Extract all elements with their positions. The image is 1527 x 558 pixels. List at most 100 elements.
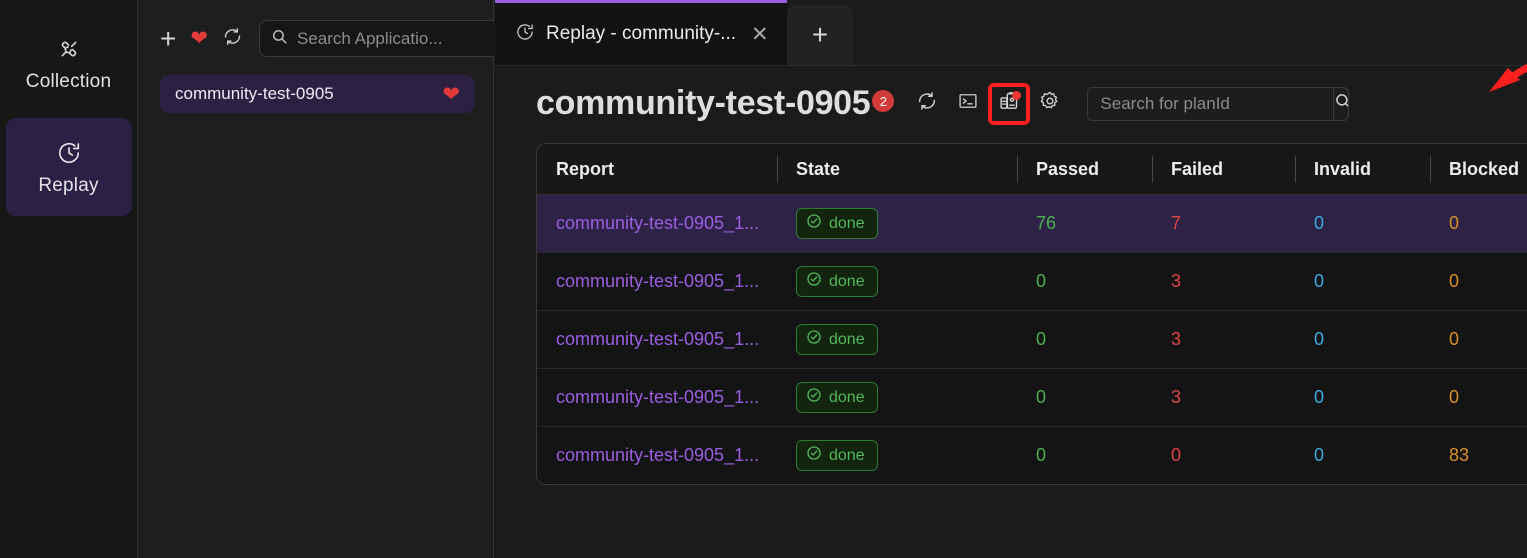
report-link[interactable]: community-test-0905_1... xyxy=(556,445,777,466)
sidebar-item-replay-label: Replay xyxy=(38,174,99,196)
search-icon xyxy=(271,28,288,50)
terminal-icon xyxy=(958,91,978,116)
plan-search-input[interactable] xyxy=(1088,87,1334,120)
state-badge: done xyxy=(796,440,878,471)
check-circle-icon xyxy=(806,213,822,234)
refresh-applications-button[interactable] xyxy=(222,27,243,51)
sidebar-item-replay[interactable]: Replay xyxy=(5,118,132,216)
column-header-passed[interactable]: Passed xyxy=(1017,144,1152,195)
cell-blocked: 0 xyxy=(1430,194,1527,253)
plus-icon: + xyxy=(160,22,177,54)
cell-report[interactable]: community-test-0905_1... xyxy=(537,427,777,485)
column-header-failed[interactable]: Failed xyxy=(1152,144,1295,195)
tab-title: Replay - community-... xyxy=(546,23,737,44)
cell-passed: 0 xyxy=(1036,445,1047,465)
check-circle-icon xyxy=(806,271,822,292)
cell-passed: 0 xyxy=(1017,252,1152,311)
plan-search-box[interactable] xyxy=(1087,86,1350,121)
refresh-reports-button[interactable] xyxy=(910,87,944,121)
cell-invalid: 0 xyxy=(1295,310,1430,369)
state-label: done xyxy=(829,388,865,406)
report-link[interactable]: community-test-0905_1... xyxy=(556,271,777,292)
settings-button[interactable] xyxy=(1033,87,1067,121)
report-link[interactable]: community-test-0905_1... xyxy=(556,387,777,408)
add-application-button[interactable]: + xyxy=(160,22,177,54)
application-search-input[interactable] xyxy=(296,28,518,49)
cell-failed: 3 xyxy=(1152,368,1295,427)
left-rail: Collection Replay xyxy=(0,0,138,558)
cell-passed: 76 xyxy=(1017,194,1152,253)
terminal-button[interactable] xyxy=(951,87,985,121)
clock-history-icon xyxy=(515,22,535,47)
state-badge: done xyxy=(796,266,878,297)
cell-report[interactable]: community-test-0905_1... xyxy=(537,310,777,369)
status-badge: 2 xyxy=(872,90,895,112)
cell-state: done xyxy=(777,252,1017,311)
favorites-filter-button[interactable]: ❤ xyxy=(190,27,208,51)
table-header-row: Report State Passed Failed Invalid Block… xyxy=(537,144,1527,195)
state-label: done xyxy=(829,214,865,232)
sidebar-item-collection[interactable]: Collection xyxy=(6,14,132,112)
cell-blocked: 0 xyxy=(1430,310,1527,369)
plug-icon xyxy=(56,36,82,62)
column-header-state[interactable]: State xyxy=(777,144,1017,195)
table-row[interactable]: community-test-0905_1... done 0 3 0 0 xyxy=(537,368,1527,427)
cell-report[interactable]: community-test-0905_1... xyxy=(537,252,777,311)
table-header: Report State Passed Failed Invalid Block… xyxy=(537,144,1527,195)
cell-invalid: 0 xyxy=(1295,252,1430,311)
cell-failed: 0 xyxy=(1171,445,1182,465)
new-tab-button[interactable]: + xyxy=(787,5,853,65)
table-row[interactable]: community-test-0905_1... done 0 3 0 0 xyxy=(537,252,1527,311)
notification-dot-badge xyxy=(1012,90,1022,100)
cell-passed: 0 xyxy=(1017,368,1152,427)
search-icon xyxy=(1334,92,1349,115)
application-name: community-test-0905 xyxy=(175,84,334,103)
cell-failed: 7 xyxy=(1152,194,1295,253)
table-row[interactable]: community-test-0905_1... done 0 0 0 83 xyxy=(537,427,1527,485)
refresh-icon xyxy=(222,26,243,52)
application-search-box[interactable] xyxy=(258,20,530,57)
state-label: done xyxy=(829,446,865,464)
cell-report[interactable]: community-test-0905_1... xyxy=(537,368,777,427)
applications-panel: + ❤ Search Applicatio... community-test-… xyxy=(138,0,530,558)
column-header-invalid[interactable]: Invalid xyxy=(1295,144,1430,195)
cell-failed: 3 xyxy=(1152,252,1295,311)
tab-strip: Replay - community-... ✕ + xyxy=(494,0,1527,66)
cell-passed: 0 xyxy=(1017,310,1152,369)
state-badge: done xyxy=(796,382,878,413)
cell-state: done xyxy=(777,310,1017,369)
cell-failed: 3 xyxy=(1152,310,1295,369)
report-link[interactable]: community-test-0905_1... xyxy=(556,213,777,234)
table-body: community-test-0905_1... done 76 7 0 0 communi… xyxy=(537,194,1527,485)
table-row[interactable]: community-test-0905_1... done 0 3 0 0 xyxy=(537,310,1527,369)
gear-icon xyxy=(1039,90,1061,117)
cell-blocked: 83 xyxy=(1449,445,1470,465)
page-title: community-test-0905 xyxy=(536,84,871,122)
close-icon[interactable]: ✕ xyxy=(751,24,769,45)
report-link[interactable]: community-test-0905_1... xyxy=(556,329,777,350)
tab-replay[interactable]: Replay - community-... ✕ xyxy=(495,0,787,65)
heart-icon: ❤ xyxy=(190,27,208,50)
table-row[interactable]: community-test-0905_1... done 76 7 0 0 xyxy=(537,194,1527,253)
state-label: done xyxy=(829,330,865,348)
reports-table-container: Report State Passed Failed Invalid Block… xyxy=(536,143,1527,485)
report-clipboard-button[interactable] xyxy=(988,82,1031,125)
list-item[interactable]: community-test-0905 ❤ xyxy=(160,75,475,113)
heart-icon[interactable]: ❤ xyxy=(442,84,460,105)
column-header-blocked[interactable]: Blocked xyxy=(1430,144,1527,195)
column-header-report[interactable]: Report xyxy=(537,144,777,195)
cell-invalid: 0 xyxy=(1314,445,1325,465)
cell-report[interactable]: community-test-0905_1... xyxy=(537,194,777,253)
cell-state: done xyxy=(777,194,1017,253)
applications-toolbar: + ❤ xyxy=(160,20,530,57)
check-circle-icon xyxy=(806,329,822,350)
page-header: community-test-0905 2 xyxy=(494,66,1527,125)
reports-table: Report State Passed Failed Invalid Block… xyxy=(537,144,1527,484)
state-label: done xyxy=(829,272,865,290)
refresh-icon xyxy=(916,90,938,117)
state-badge: done xyxy=(796,324,878,355)
application-list: community-test-0905 ❤ xyxy=(160,75,475,113)
main-content: Replay - community-... ✕ + community-tes… xyxy=(494,0,1527,558)
sidebar-item-collection-label: Collection xyxy=(25,70,112,92)
plan-search-button[interactable] xyxy=(1333,87,1349,120)
